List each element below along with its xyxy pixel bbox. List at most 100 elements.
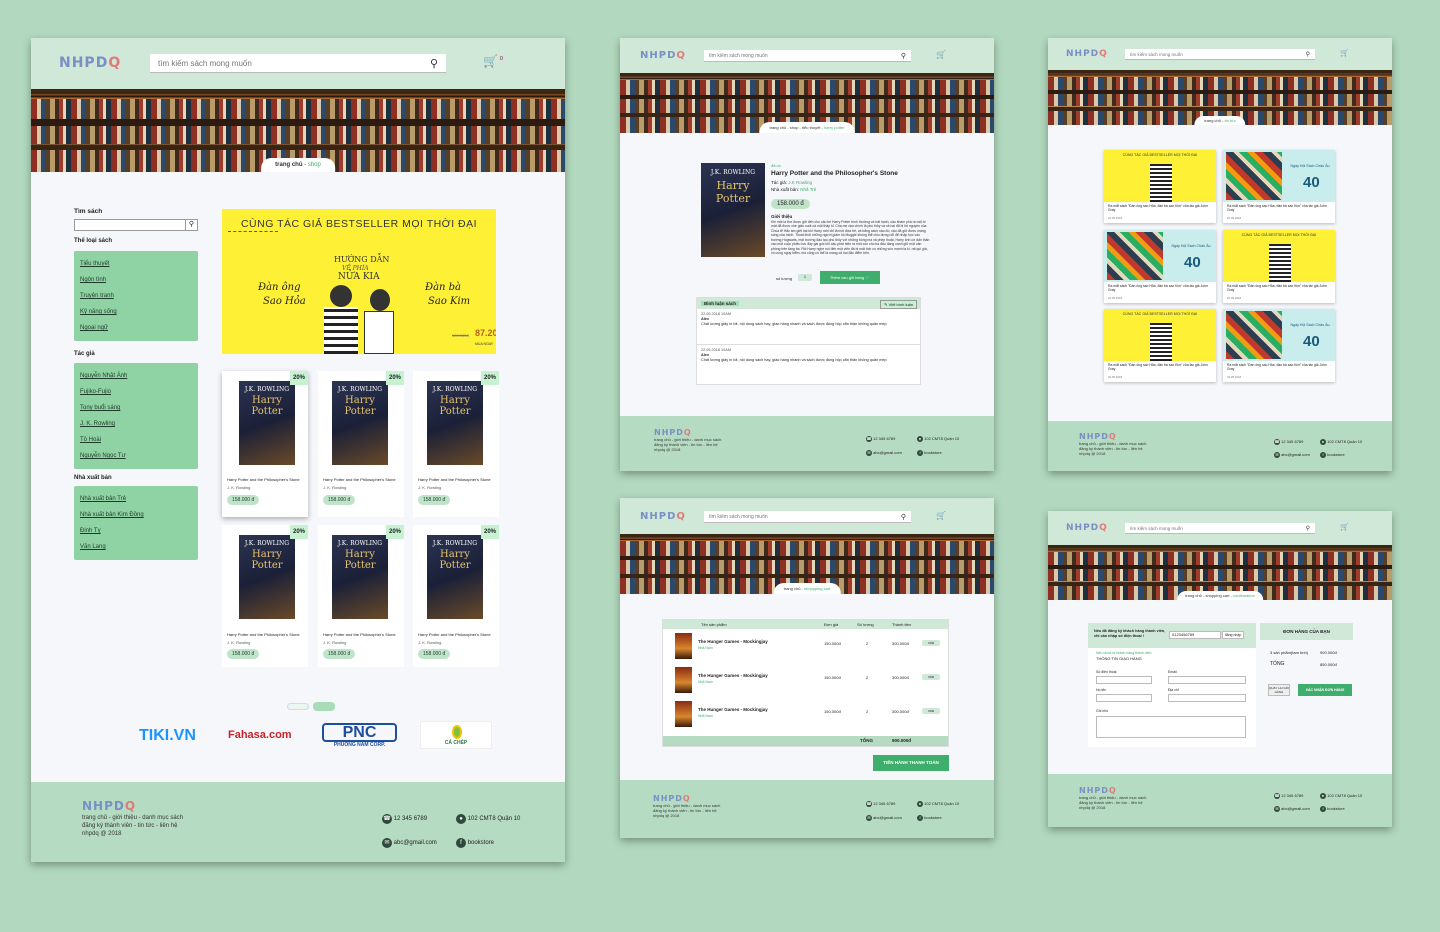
cart-icon[interactable]: 🛒: [936, 511, 946, 520]
genre-item[interactable]: Kỹ năng sống: [80, 304, 192, 320]
member-phone-input[interactable]: 0123456789: [1169, 631, 1221, 639]
logo[interactable]: NHPDQ: [1066, 49, 1108, 59]
product-title[interactable]: Harry Potter and the Philosopher's Stone: [323, 477, 396, 482]
publisher-item[interactable]: Đinh Tỵ: [80, 523, 192, 539]
product-title[interactable]: Harry Potter and the Philosopher's Stone: [323, 632, 396, 637]
search-icon[interactable]: ⚲: [1306, 525, 1310, 532]
news-card[interactable]: CÙNG TÁC GIẢ BESTSELLER MỌI THỜI ĐẠI Ra m…: [1104, 309, 1216, 382]
note-field[interactable]: [1096, 716, 1246, 738]
author-item[interactable]: Fujiko-Fujio: [80, 384, 192, 400]
search-input[interactable]: [1130, 525, 1274, 531]
search-icon[interactable]: ⚲: [901, 52, 906, 60]
book-author[interactable]: J.K Rowling: [788, 180, 812, 185]
product-title[interactable]: Harry Potter and the Philosopher's Stone: [227, 632, 300, 637]
crumb-home[interactable]: trang chủ: [275, 162, 302, 168]
product-card[interactable]: J.K. ROWLING Harry Potter 20% Harry Potte…: [318, 371, 404, 517]
author-item[interactable]: Nguyễn Nhật Ánh: [80, 368, 192, 384]
name-field[interactable]: [1096, 694, 1152, 702]
cart-item-name[interactable]: The Hunger Games - Mockingjay: [698, 673, 768, 678]
logo[interactable]: NHPDQ: [1066, 523, 1108, 533]
author-item[interactable]: Nguyễn Ngọc Tư: [80, 448, 192, 464]
qty-input[interactable]: 1: [798, 274, 812, 281]
search-icon[interactable]: ⚲: [1306, 51, 1310, 58]
news-card[interactable]: Ngày Hội Sách Châu Âu 40 Ra mắt sách "Đàn …: [1104, 230, 1216, 303]
search-input[interactable]: [158, 58, 382, 68]
footer-links-2[interactable]: đăng ký thành viên - tin tức - liên hệ: [82, 823, 183, 831]
footer-logo[interactable]: NHPDQ: [1079, 786, 1146, 795]
product-card[interactable]: J.K. ROWLING Harry Potter 20% Harry Potte…: [413, 371, 499, 517]
cart-icon[interactable]: 🛒: [1340, 523, 1349, 531]
footer-email[interactable]: ✉ abc@gmail.com: [866, 446, 902, 460]
confirm-order-button[interactable]: XÁC NHẬN ĐƠN HÀNG: [1298, 684, 1352, 696]
publisher-item[interactable]: Nhà xuất bản Kim Đồng: [80, 507, 192, 523]
search-input[interactable]: [709, 52, 867, 59]
footer-links-1[interactable]: trang chủ - giới thiệu - danh mục sách: [82, 815, 183, 823]
promo-banner[interactable]: CÙNG TÁC GIẢ BESTSELLER MỌI THỜI ĐẠI HƯỚ…: [222, 209, 496, 354]
search-bar[interactable]: ⚲: [704, 50, 911, 62]
footer-email[interactable]: ✉ abc@gmail.com: [1274, 802, 1310, 815]
search-icon[interactable]: ⚲: [901, 513, 906, 521]
search-icon[interactable]: ⚲: [430, 57, 438, 70]
address-field[interactable]: [1168, 694, 1246, 702]
footer-email[interactable]: ✉ abc@gmail.com: [866, 811, 902, 825]
news-card[interactable]: CÙNG TÁC GIẢ BESTSELLER MỌI THỜI ĐẠI Ra m…: [1223, 230, 1335, 303]
product-title[interactable]: Harry Potter and the Philosopher's Stone: [227, 477, 300, 482]
footer-logo[interactable]: NHPDQ: [82, 799, 183, 813]
partner-pnc[interactable]: PNC PHUONG NAM CORP.: [322, 723, 397, 748]
logo[interactable]: NHPDQ: [640, 511, 686, 522]
publisher-item[interactable]: Nhà xuất bản Trẻ: [80, 491, 192, 507]
genre-item[interactable]: Ngôn tình: [80, 272, 192, 288]
delete-button[interactable]: xóa: [922, 640, 940, 646]
genre-item[interactable]: Truyện tranh: [80, 288, 192, 304]
back-to-cart-button[interactable]: QUAY LẠI GIỎ HÀNG: [1268, 684, 1290, 696]
search-bar[interactable]: ⚲: [150, 54, 446, 73]
logo[interactable]: NHPDQ: [640, 50, 686, 61]
write-review-button[interactable]: ✎ Viết bình luận: [880, 300, 917, 309]
product-card[interactable]: J.K. ROWLING Harry Potter 20% Harry Potte…: [222, 371, 308, 517]
cart-icon[interactable]: 🛒 0: [483, 54, 505, 68]
news-card[interactable]: CÙNG TÁC GIẢ BESTSELLER MỌI THỜI ĐẠI Ra m…: [1104, 150, 1216, 223]
author-item[interactable]: Tô Hoài: [80, 432, 192, 448]
footer-facebook[interactable]: f bookstore: [1320, 802, 1362, 815]
footer-phone[interactable]: ☎ 12 345 6789: [1274, 435, 1310, 448]
search-bar[interactable]: ⚲: [1125, 49, 1315, 60]
cart-icon[interactable]: 🛒: [936, 50, 946, 59]
news-card[interactable]: Ngày Hội Sách Châu Âu 40 Ra mắt sách "Đàn …: [1223, 150, 1335, 223]
partner-fahasa[interactable]: Fahasa.com: [228, 729, 292, 741]
author-item[interactable]: J. K. Rowling: [80, 416, 192, 432]
footer-facebook[interactable]: f bookstore: [917, 811, 959, 825]
search-bar[interactable]: ⚲: [704, 511, 911, 523]
cart-item-name[interactable]: The Hunger Games - Mockingjay: [698, 707, 768, 712]
delete-button[interactable]: xóa: [922, 708, 940, 714]
genre-item[interactable]: Ngoại ngữ: [80, 320, 192, 336]
footer-logo[interactable]: NHPDQ: [653, 794, 720, 803]
product-title[interactable]: Harry Potter and the Philosopher's Stone: [418, 477, 491, 482]
footer-logo[interactable]: NHPDQ: [1079, 432, 1146, 441]
footer-facebook[interactable]: f bookstore: [917, 446, 959, 460]
footer-phone[interactable]: ☎ 12 345 6789: [866, 432, 902, 446]
product-card[interactable]: J.K. ROWLING Harry Potter 20% Harry Potte…: [318, 525, 404, 667]
email-field[interactable]: [1168, 676, 1246, 684]
footer-facebook[interactable]: f bookstore: [456, 831, 520, 855]
footer-phone[interactable]: ☎ 12 345 6789: [382, 807, 437, 831]
cart-item-name[interactable]: The Hunger Games - Mockingjay: [698, 639, 768, 644]
add-to-cart-button[interactable]: Thêm vào giỏ hàng 🛒: [820, 271, 880, 284]
author-item[interactable]: Tony buổi sáng: [80, 400, 192, 416]
partner-cachep[interactable]: CÁ CHÉP: [420, 721, 492, 749]
delete-button[interactable]: xóa: [922, 674, 940, 680]
sidebar-search[interactable]: ⚲: [74, 219, 198, 231]
footer-logo[interactable]: NHPDQ: [654, 428, 721, 437]
pagination-dot-active[interactable]: [313, 702, 335, 711]
search-input[interactable]: [1130, 51, 1274, 57]
product-card[interactable]: J.K. ROWLING Harry Potter 20% Harry Potte…: [222, 525, 308, 667]
publisher-item[interactable]: Văn Lang: [80, 539, 192, 555]
login-button[interactable]: đăng nhập: [1222, 631, 1244, 639]
search-bar[interactable]: ⚲: [1125, 523, 1315, 534]
news-card[interactable]: Ngày Hội Sách Châu Âu 40 Ra mắt sách "Đàn …: [1223, 309, 1335, 382]
footer-phone[interactable]: ☎ 12 345 6789: [866, 797, 902, 811]
checkout-button[interactable]: TIẾN HÀNH THANH TOÁN: [873, 755, 949, 771]
cart-item-qty[interactable]: 2: [866, 675, 868, 680]
partner-tiki[interactable]: TIKI.VN: [139, 727, 196, 745]
phone-field[interactable]: [1096, 676, 1152, 684]
cart-item-qty[interactable]: 2: [866, 709, 868, 714]
